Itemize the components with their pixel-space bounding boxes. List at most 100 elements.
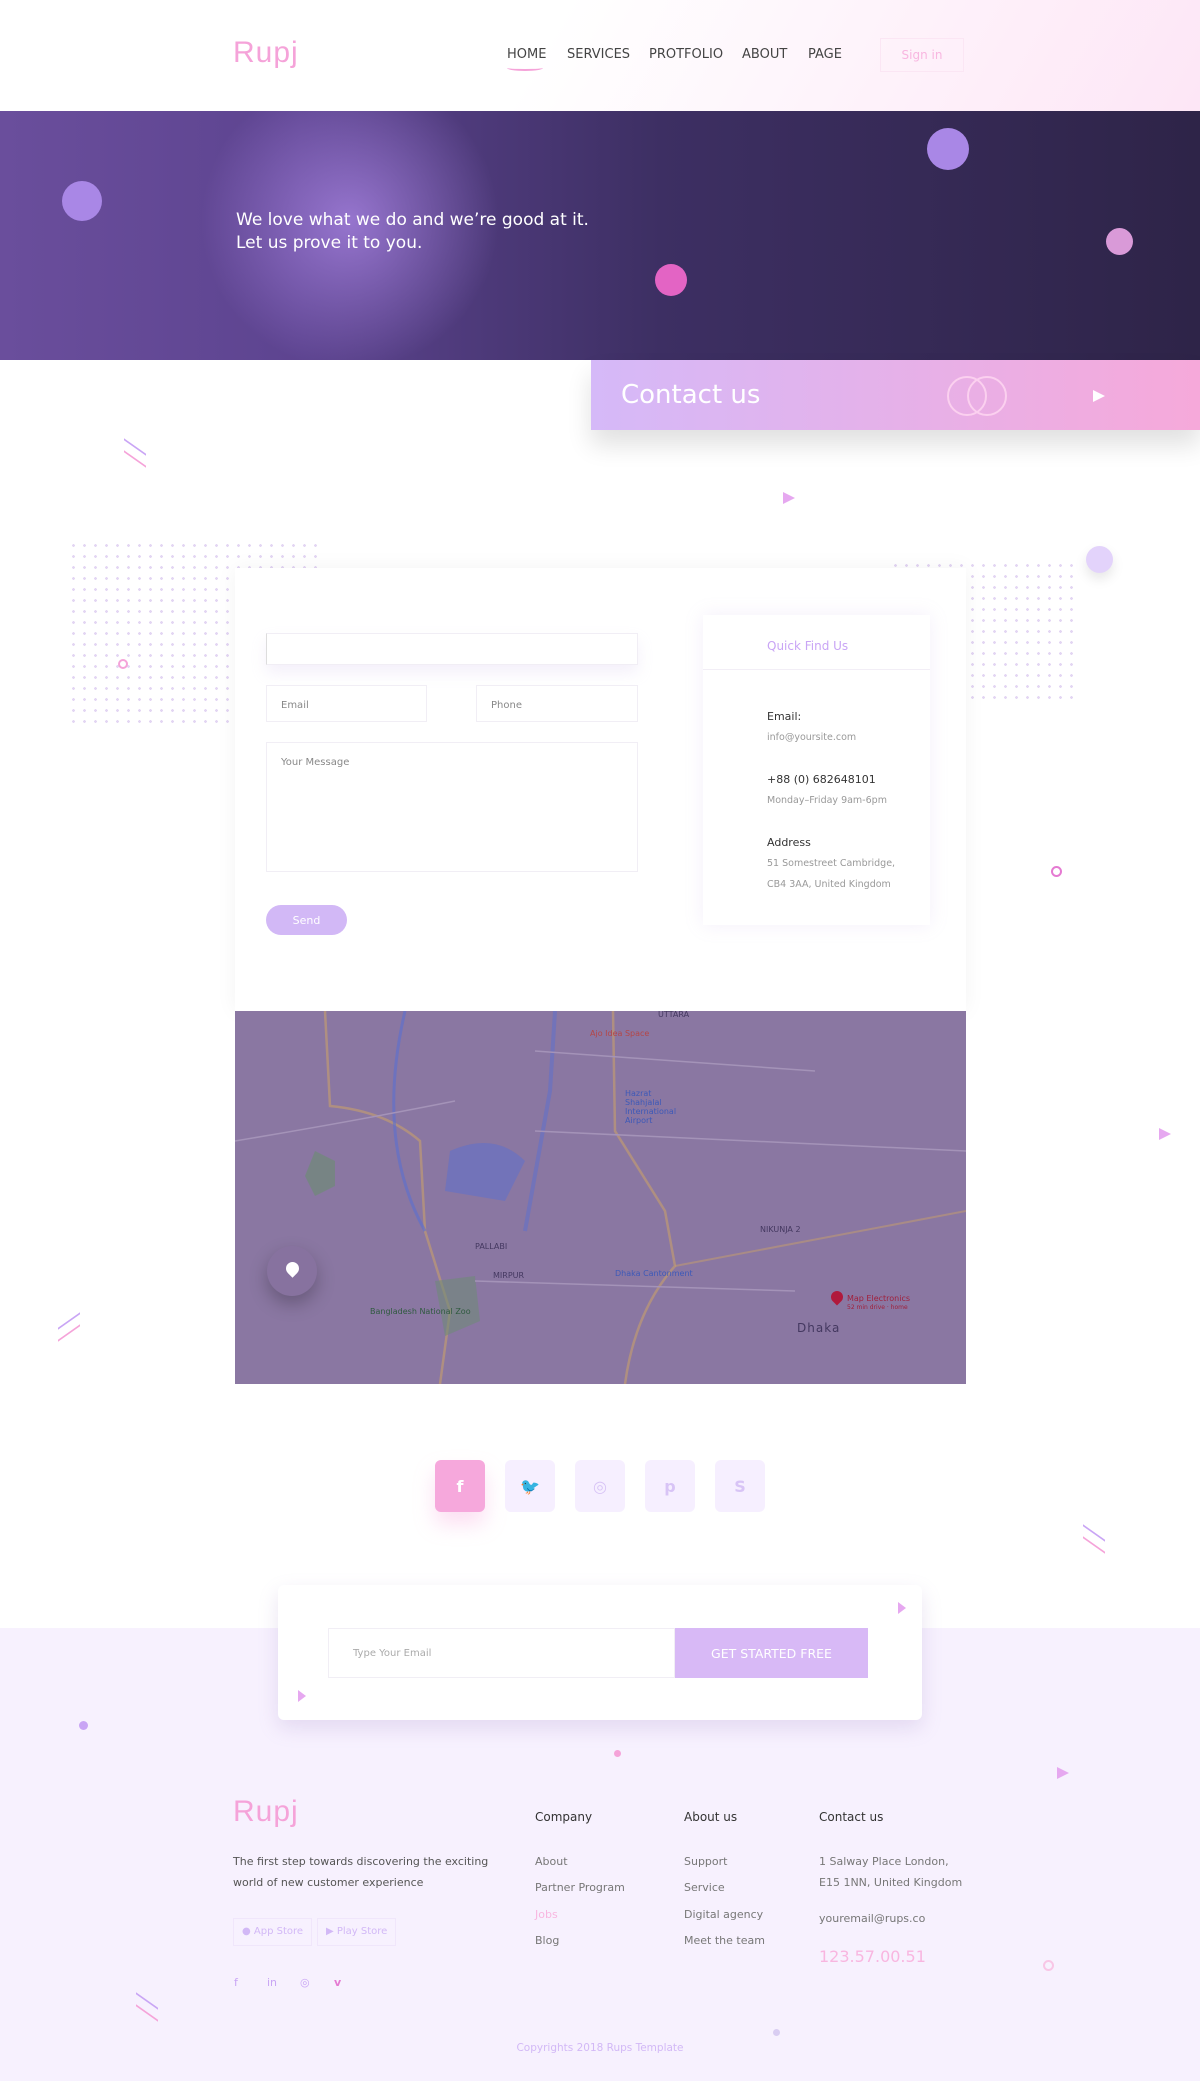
address-label: Address xyxy=(767,836,811,849)
play-store-button[interactable]: ▶ Play Store xyxy=(317,1918,397,1946)
circle-decoration xyxy=(1086,546,1113,573)
hero-banner: We love what we do and we’re good at it.… xyxy=(0,111,1200,360)
hours-value: Monday–Friday 9am-6pm xyxy=(767,795,887,806)
circle-decoration xyxy=(1106,228,1133,255)
apple-icon: ● xyxy=(242,1926,254,1937)
triangle-decoration xyxy=(898,1602,906,1614)
message-textarea[interactable]: Your Message xyxy=(266,742,638,872)
zigzag-decoration xyxy=(1083,1524,1105,1554)
footer-heading: Contact us xyxy=(819,1810,884,1824)
footer-link[interactable]: Jobs xyxy=(535,1908,558,1921)
map-label: MIRPUR xyxy=(493,1271,525,1280)
name-input[interactable] xyxy=(266,633,638,665)
map-label: Bangladesh National Zoo xyxy=(370,1307,471,1316)
footer-link[interactable]: Meet the team xyxy=(684,1934,765,1947)
twitter-icon: 🐦 xyxy=(520,1476,540,1496)
footer-link[interactable]: About xyxy=(535,1855,568,1868)
map-pin-icon xyxy=(283,1259,302,1278)
hero-text: We love what we do and we’re good at it.… xyxy=(236,209,589,255)
circle-decoration xyxy=(773,2029,780,2036)
app-store-button[interactable]: ● App Store xyxy=(233,1918,313,1946)
pinterest-button[interactable]: p xyxy=(645,1460,695,1512)
nav-portfolio[interactable]: PROTFOLIO xyxy=(649,47,723,62)
footer-tagline: The first step towards discovering the e… xyxy=(233,1855,489,1868)
skype-button[interactable]: S xyxy=(715,1460,765,1512)
nav-home[interactable]: HOME xyxy=(507,47,547,71)
map-label: UTTARA xyxy=(658,1011,690,1019)
facebook-icon: f xyxy=(456,1476,464,1496)
footer-tagline: world of new customer experience xyxy=(233,1876,424,1889)
map-label: Map Electronics xyxy=(847,1294,911,1303)
skype-icon: S xyxy=(734,1476,746,1496)
footer-link[interactable]: Support xyxy=(684,1855,727,1868)
ring-decoration xyxy=(967,376,1007,416)
dribbble-icon[interactable]: ◎ xyxy=(300,1976,310,1989)
footer-link[interactable]: Digital agency xyxy=(684,1908,763,1921)
sign-in-button[interactable]: Sign in xyxy=(880,38,964,72)
play-icon: ▶ xyxy=(326,1926,337,1937)
quick-find-card: Quick Find Us Email: info@yoursite.com +… xyxy=(703,615,930,925)
facebook-button[interactable]: f xyxy=(435,1460,485,1512)
email-label: Email: xyxy=(767,710,802,723)
map-label: Dhaka Cantonment xyxy=(615,1269,693,1278)
zigzag-decoration xyxy=(124,438,146,468)
ring-decoration xyxy=(1051,866,1062,877)
nav-services[interactable]: SERVICES xyxy=(567,47,630,62)
location-button[interactable] xyxy=(267,1246,317,1296)
circle-decoration xyxy=(655,264,687,296)
map-label: Hazrat Shahjalal International Airport xyxy=(625,1089,677,1125)
vimeo-icon[interactable]: v xyxy=(334,1976,341,1989)
map-label: Dhaka xyxy=(797,1321,841,1335)
linkedin-icon[interactable]: in xyxy=(267,1976,277,1989)
email-input[interactable]: Email xyxy=(266,685,427,722)
map-roads xyxy=(235,1011,966,1384)
map-label: PALLABI xyxy=(475,1242,508,1251)
map-label: Ajo Idea Space xyxy=(590,1029,650,1038)
circle-decoration xyxy=(927,128,969,170)
zigzag-decoration xyxy=(58,1312,80,1342)
circle-decoration xyxy=(79,1721,88,1730)
get-started-button[interactable]: GET STARTED FREE xyxy=(675,1628,868,1678)
newsletter-card: Type Your Email GET STARTED FREE xyxy=(278,1585,922,1720)
triangle-decoration xyxy=(1093,390,1105,402)
dribbble-icon: ◎ xyxy=(593,1476,607,1496)
footer-link[interactable]: Service xyxy=(684,1881,725,1894)
hero-line: We love what we do and we’re good at it. xyxy=(236,210,589,230)
phone-input[interactable]: Phone xyxy=(476,685,638,722)
quick-find-title: Quick Find Us xyxy=(703,615,930,670)
contact-banner: Contact us xyxy=(591,360,1200,430)
triangle-decoration xyxy=(1159,1128,1171,1140)
logo[interactable]: Rupj xyxy=(233,36,299,70)
footer-link[interactable]: Blog xyxy=(535,1934,559,1947)
circle-decoration xyxy=(614,1750,621,1757)
active-indicator xyxy=(507,65,543,71)
address-line: CB4 3AA, United Kingdom xyxy=(767,879,891,890)
nav-page[interactable]: PAGE xyxy=(808,47,842,62)
map-label: NIKUNJA 2 xyxy=(760,1225,801,1234)
footer-email[interactable]: youremail@rups.co xyxy=(819,1912,925,1925)
dribbble-button[interactable]: ◎ xyxy=(575,1460,625,1512)
phone-value: +88 (0) 682648101 xyxy=(767,773,876,786)
hero-line: Let us prove it to you. xyxy=(236,233,423,253)
nav-label: HOME xyxy=(507,47,547,62)
twitter-button[interactable]: 🐦 xyxy=(505,1460,555,1512)
address-line: 51 Somestreet Cambridge, xyxy=(767,858,896,869)
ring-decoration xyxy=(1043,1960,1054,1971)
newsletter-email-input[interactable]: Type Your Email xyxy=(328,1628,675,1678)
nav-about[interactable]: ABOUT xyxy=(742,47,787,62)
store-label: App Store xyxy=(253,1926,304,1937)
facebook-icon[interactable]: f xyxy=(234,1976,238,1989)
triangle-decoration xyxy=(298,1690,306,1702)
footer-logo[interactable]: Rupj xyxy=(233,1795,299,1829)
footer-link[interactable]: Partner Program xyxy=(535,1881,625,1894)
footer-address: E15 1NN, United Kingdom xyxy=(819,1876,963,1889)
store-label: Play Store xyxy=(336,1926,388,1937)
copyright: Copyrights 2018 Rups Template xyxy=(516,2042,684,2054)
map[interactable]: UTTARA Ajo Idea Space Hazrat Shahjalal I… xyxy=(235,1011,966,1384)
header: Rupj HOME SERVICES PROTFOLIO ABOUT PAGE … xyxy=(0,0,1200,111)
send-button[interactable]: Send xyxy=(266,905,347,935)
map-label: 52 min drive · home xyxy=(847,1304,908,1311)
triangle-decoration xyxy=(783,492,795,504)
footer-phone: 123.57.00.51 xyxy=(819,1947,926,1966)
email-value[interactable]: info@yoursite.com xyxy=(767,732,856,743)
